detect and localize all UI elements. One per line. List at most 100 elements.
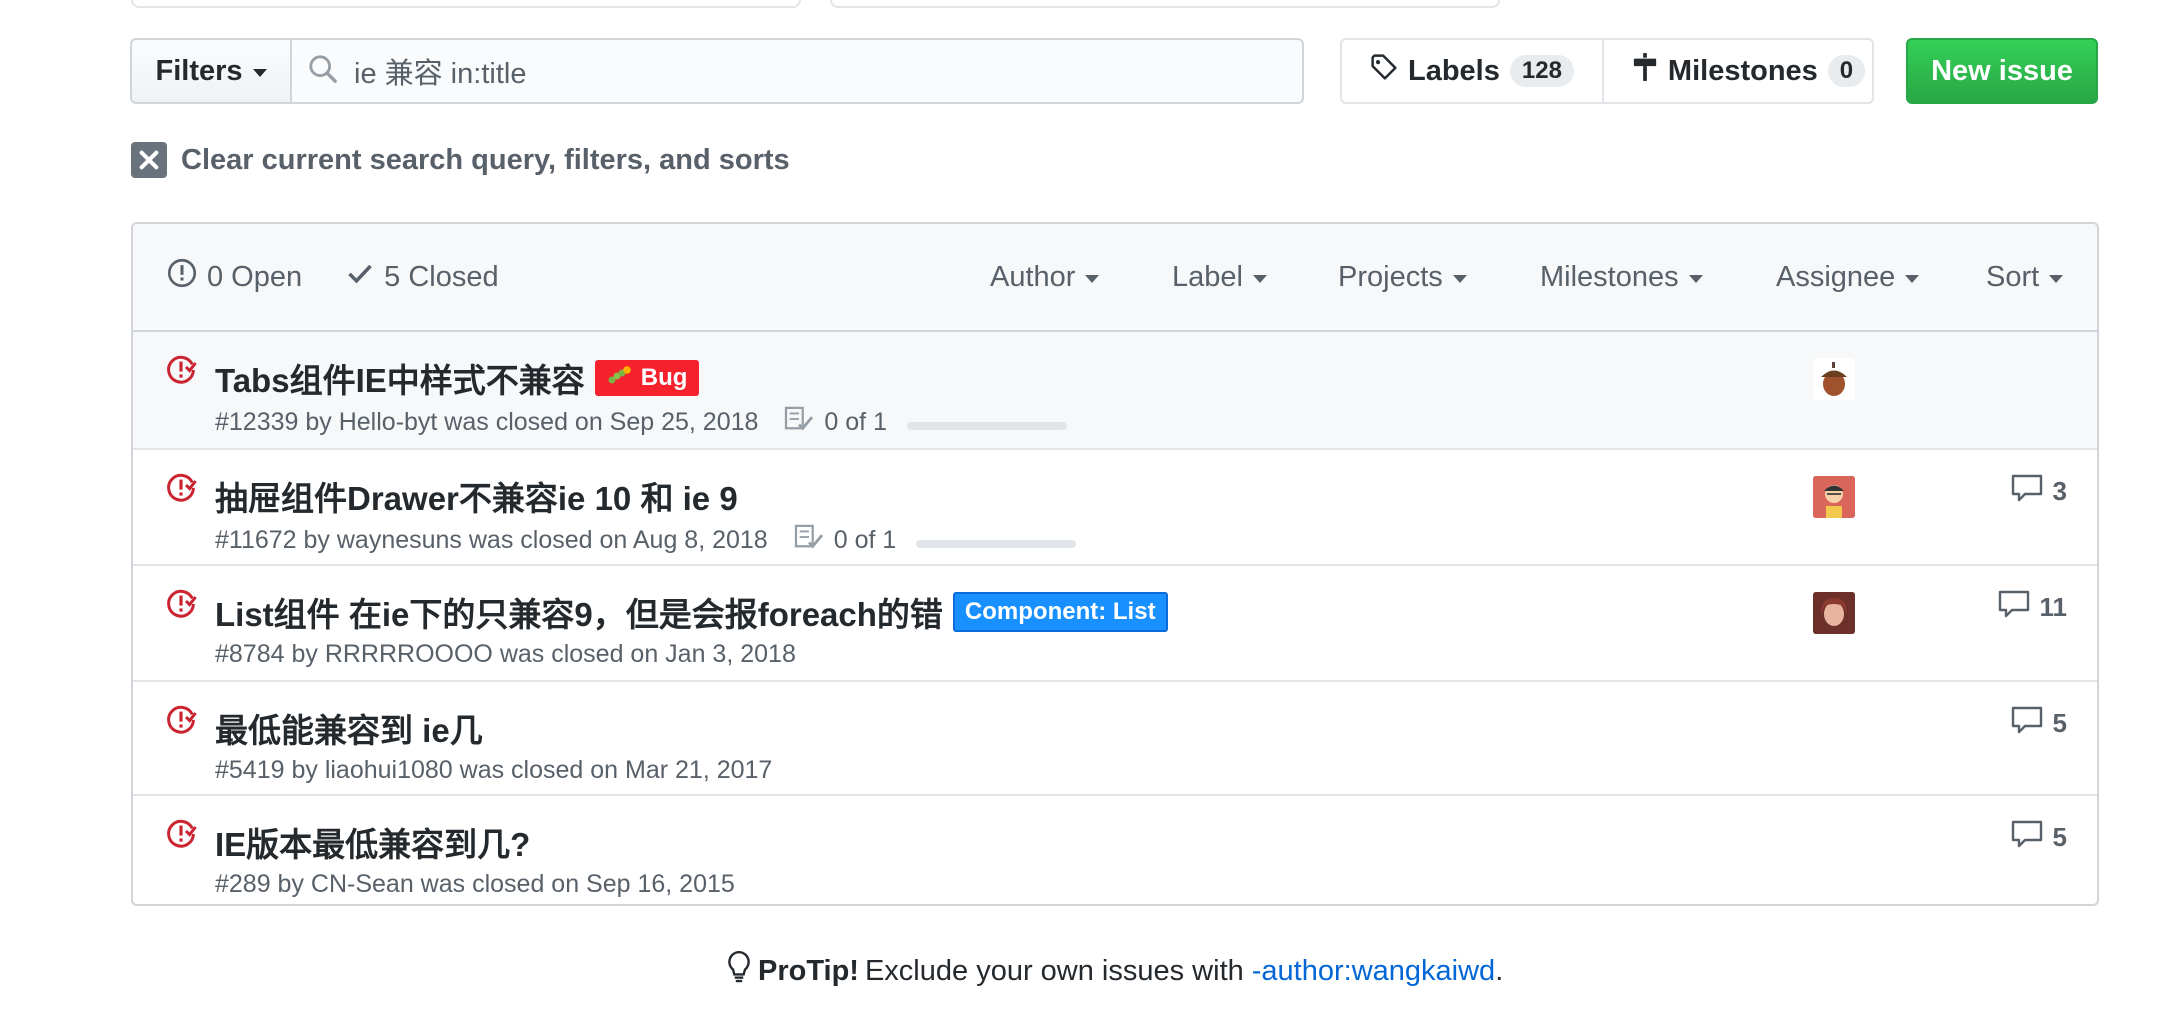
label-filter-label: Label: [1172, 260, 1243, 293]
issue-row[interactable]: Tabs组件IE中样式不兼容 Bug #12339 by Hello-byt w…: [133, 332, 2097, 450]
labels-link[interactable]: Labels 128: [1342, 40, 1602, 102]
issue-closed-icon: [165, 588, 197, 625]
protip: ProTip! Exclude your own issues with -au…: [726, 950, 1503, 992]
issue-closed-icon: [165, 818, 197, 855]
filter-search-bar: Filters: [130, 38, 1304, 104]
component-list-label[interactable]: Component: List: [952, 592, 1168, 632]
issue-opened-icon: [167, 258, 197, 296]
tasklist-icon: [784, 406, 814, 439]
assignee-avatar[interactable]: [1813, 592, 1855, 634]
protip-author-link[interactable]: -author:wangkaiwd: [1252, 955, 1495, 988]
milestones-label: Milestones: [1667, 54, 1818, 87]
sort-filter[interactable]: Sort: [1986, 224, 2064, 330]
issue-closed-icon: [165, 704, 197, 741]
assignee-avatar[interactable]: [1813, 476, 1855, 518]
sort-filter-label: Sort: [1986, 260, 2040, 293]
comment-count: 11: [2039, 592, 2068, 622]
projects-filter[interactable]: Projects: [1338, 224, 1467, 330]
closed-issues-link[interactable]: 5 Closed: [384, 261, 498, 294]
comment-icon: [2011, 820, 2043, 855]
task-progress: 0 of 1: [784, 406, 1067, 439]
milestones-filter[interactable]: Milestones: [1540, 224, 1703, 330]
task-count: 0 of 1: [824, 408, 887, 436]
task-count: 0 of 1: [833, 526, 897, 554]
issue-title-link[interactable]: IE版本最低兼容到几?: [215, 818, 530, 866]
caterpillar-icon: [607, 364, 633, 392]
light-bulb-icon: [726, 950, 752, 992]
clear-query-label: Clear current search query, filters, and…: [181, 143, 790, 176]
issue-row[interactable]: 最低能兼容到 ie几 #5419 by liaohui1080 was clos…: [133, 682, 2097, 796]
labels-count: 128: [1509, 55, 1574, 87]
comments-link[interactable]: 5: [2011, 820, 2067, 855]
tasklist-icon: [794, 524, 824, 557]
author-filter[interactable]: Author: [990, 224, 1100, 330]
clear-query-link[interactable]: Clear current search query, filters, and…: [131, 142, 790, 178]
bug-label-text: Bug: [640, 364, 688, 391]
issues-list-header: 0 Open 5 Closed Author Label Projects Mi…: [133, 224, 2097, 332]
comment-icon: [1998, 590, 2030, 625]
comment-count: 3: [2052, 476, 2067, 506]
comments-link[interactable]: 5: [2011, 706, 2067, 741]
milestones-link[interactable]: Milestones 0: [1601, 40, 1893, 102]
comments-link[interactable]: 3: [2011, 474, 2067, 509]
issue-meta: #11672 by waynesuns was closed on Aug 8,…: [215, 526, 768, 554]
close-icon: [131, 142, 167, 178]
issue-meta: #12339 by Hello-byt was closed on Sep 25…: [215, 408, 759, 436]
assignee-filter-label: Assignee: [1776, 260, 1896, 293]
issue-meta: #5419 by liaohui1080 was closed on Mar 2…: [215, 756, 773, 784]
comment-icon: [2011, 474, 2043, 509]
labels-milestones-nav: Labels 128 Milestones 0: [1340, 38, 1874, 104]
task-progress: 0 of 1: [794, 524, 1077, 557]
milestones-filter-label: Milestones: [1540, 260, 1679, 293]
milestones-count: 0: [1827, 55, 1866, 87]
author-filter-label: Author: [990, 260, 1076, 293]
issue-title-link[interactable]: List组件 在ie下的只兼容9，但是会报foreach的错: [215, 588, 943, 636]
top-input-left[interactable]: [131, 0, 801, 8]
protip-bold: ProTip!: [758, 954, 859, 987]
comment-count: 5: [2052, 822, 2067, 852]
top-input-right[interactable]: [830, 0, 1500, 8]
issue-title-link[interactable]: 抽屉组件Drawer不兼容ie 10 和 ie 9: [215, 472, 738, 520]
protip-text: Exclude your own issues with: [864, 954, 1244, 987]
chevron-down-icon: [2049, 275, 2064, 283]
filters-label: Filters: [155, 54, 243, 87]
state-toggle: 0 Open 5 Closed: [167, 224, 499, 330]
issue-meta: #289 by CN-Sean was closed on Sep 16, 20…: [215, 870, 735, 898]
projects-filter-label: Projects: [1338, 260, 1443, 293]
issue-title-link[interactable]: 最低能兼容到 ie几: [215, 704, 483, 752]
issue-row[interactable]: IE版本最低兼容到几? #289 by CN-Sean was closed o…: [133, 796, 2097, 904]
bug-label[interactable]: Bug: [594, 360, 700, 396]
assignee-filter[interactable]: Assignee: [1776, 224, 1920, 330]
assignee-avatar[interactable]: [1813, 358, 1855, 400]
tag-icon: [1370, 53, 1398, 89]
milestone-icon: [1632, 52, 1658, 90]
chevron-down-icon: [1905, 275, 1920, 283]
search-input[interactable]: [352, 53, 1256, 89]
chevron-down-icon: [1452, 275, 1467, 283]
new-issue-button[interactable]: New issue: [1906, 38, 2098, 104]
filters-dropdown-button[interactable]: Filters: [130, 38, 290, 104]
chevron-down-icon: [1252, 275, 1267, 283]
comments-link[interactable]: 11: [1998, 590, 2068, 625]
task-progress-bar: [916, 539, 1077, 548]
issue-title-link[interactable]: Tabs组件IE中样式不兼容: [215, 354, 585, 402]
check-icon: [346, 259, 374, 295]
issue-closed-icon: [165, 472, 197, 509]
task-progress-bar: [906, 421, 1067, 430]
issue-meta: #8784 by RRRRROOOO was closed on Jan 3, …: [215, 640, 796, 668]
issue-closed-icon: [165, 354, 197, 391]
protip-end: .: [1495, 954, 1504, 987]
comment-count: 5: [2052, 708, 2067, 738]
search-field[interactable]: [290, 38, 1304, 104]
issue-row[interactable]: 抽屉组件Drawer不兼容ie 10 和 ie 9 #11672 by wayn…: [133, 450, 2097, 566]
open-issues-link[interactable]: 0 Open: [207, 261, 302, 294]
chevron-down-icon: [1688, 275, 1703, 283]
comment-icon: [2011, 706, 2043, 741]
search-icon: [308, 54, 338, 89]
label-filter[interactable]: Label: [1172, 224, 1267, 330]
chevron-down-icon: [252, 69, 267, 77]
issue-row[interactable]: List组件 在ie下的只兼容9，但是会报foreach的错 Component…: [133, 566, 2097, 682]
issues-list: 0 Open 5 Closed Author Label Projects Mi…: [131, 222, 2099, 906]
chevron-down-icon: [1085, 275, 1100, 283]
labels-label: Labels: [1408, 54, 1500, 87]
